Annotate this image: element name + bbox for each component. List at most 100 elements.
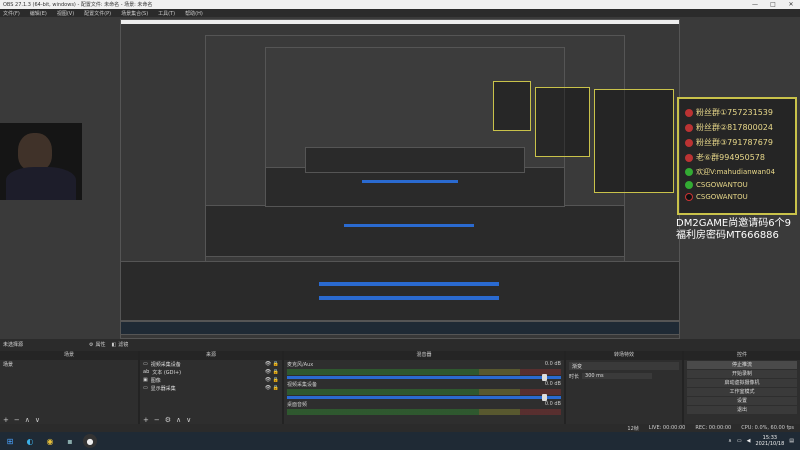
- system-tray: ∧ ▭ ◀ 15:33 2021/10/18 ▤: [728, 435, 800, 447]
- source-item[interactable]: ab 文本 (GDI+) 👁 🔒: [140, 368, 282, 376]
- gear-icon[interactable]: ⚙: [165, 416, 171, 424]
- menu-tools[interactable]: 工具(T): [158, 10, 175, 17]
- window-titlebar: OBS 27.1.3 (64-bit, windows) - 配置文件: 未命名…: [0, 0, 800, 9]
- properties-button[interactable]: ⚙ 属性: [89, 341, 106, 349]
- visibility-icon[interactable]: 👁 🔒: [265, 377, 282, 383]
- menu-scene-collection[interactable]: 场景集合(S): [121, 10, 148, 17]
- text-icon: ab: [143, 369, 150, 375]
- network-icon[interactable]: ▭: [737, 438, 742, 444]
- status-bar: 12帧 LIVE: 00:00:00 REC: 00:00:00 CPU: 0.…: [0, 424, 800, 432]
- scenes-toolbar: + − ∧ ∨: [0, 415, 138, 424]
- menu-view[interactable]: 视图(V): [57, 10, 74, 17]
- app-icon[interactable]: ▪: [63, 434, 77, 448]
- visibility-icon[interactable]: 👁 🔒: [265, 361, 282, 367]
- remove-icon[interactable]: −: [14, 416, 20, 424]
- nested-taskbar: [120, 321, 680, 335]
- mixer-channel: 桌面音频 0.0 dB: [284, 400, 564, 417]
- edge-icon[interactable]: ◐: [23, 434, 37, 448]
- studio-mode-button[interactable]: 工作室模式: [687, 388, 797, 396]
- duration-row: 时长 300 ms: [566, 372, 682, 380]
- virtual-camera-button[interactable]: 启动虚拟摄像机: [687, 379, 797, 387]
- chevron-up-icon[interactable]: ∧: [728, 438, 732, 444]
- wechat-icon: [685, 168, 693, 176]
- live-timer: LIVE: 00:00:00: [648, 425, 686, 431]
- filters-button[interactable]: ◧ 滤镜: [111, 341, 129, 349]
- settings-button[interactable]: 设置: [687, 397, 797, 405]
- volume-meter: [287, 389, 561, 395]
- notification-icon[interactable]: ▤: [789, 438, 794, 444]
- move-up-icon[interactable]: ∧: [25, 416, 30, 424]
- menu-profile[interactable]: 配置文件(P): [84, 10, 111, 17]
- menu-help[interactable]: 帮助(H): [185, 10, 203, 17]
- webcam-feed: [0, 123, 82, 200]
- sources-toolbar: + − ⚙ ∧ ∨: [140, 415, 282, 424]
- nested-overlay: [594, 89, 674, 193]
- scenes-title: 场景: [0, 351, 138, 360]
- transition-select[interactable]: 渐变: [569, 362, 679, 370]
- filter-icon: ◧: [111, 341, 117, 348]
- sources-title: 来源: [140, 351, 282, 360]
- menu-file[interactable]: 文件(F): [3, 10, 20, 17]
- rec-timer: REC: 00:00:00: [695, 425, 732, 431]
- gear-icon: ⚙: [89, 341, 94, 348]
- clock[interactable]: 15:33 2021/10/18: [755, 435, 784, 447]
- nested-dock: [120, 261, 680, 321]
- scenes-dock: 场景 场景 + − ∧ ∨: [0, 351, 138, 424]
- add-icon[interactable]: +: [143, 416, 149, 424]
- nested-dock: [265, 167, 565, 207]
- camera-icon: ▭: [143, 361, 148, 367]
- visibility-icon[interactable]: 👁 🔒: [265, 369, 282, 375]
- chrome-icon[interactable]: ◉: [43, 434, 57, 448]
- remove-icon[interactable]: −: [154, 416, 160, 424]
- tiktok-icon: [685, 193, 693, 201]
- scene-item[interactable]: 场景: [0, 360, 138, 368]
- channel-db: 0.0 dB: [544, 381, 561, 387]
- promo-text: DM2GAME尚邀请码6个9 福利房密码MT666886: [676, 218, 791, 241]
- sources-dock: 来源 ▭ 视频采集设备 👁 🔒 ab 文本 (GDI+) 👁 🔒 ▣ 图像 👁 …: [140, 351, 282, 424]
- channel-name: 桌面音频: [287, 402, 308, 408]
- volume-meter: [287, 369, 561, 375]
- minimize-icon[interactable]: —: [746, 1, 764, 8]
- no-source-label: 未选择源: [3, 342, 24, 348]
- channel-db: 0.0 dB: [544, 361, 561, 367]
- overlay-line: 粉丝群③791787679: [685, 137, 789, 148]
- source-item[interactable]: ▭ 视频采集设备 👁 🔒: [140, 360, 282, 368]
- volume-slider[interactable]: [287, 394, 561, 401]
- dropped-frames: 12帧: [627, 425, 639, 432]
- nested-dock: [205, 205, 625, 257]
- visibility-icon[interactable]: 👁 🔒: [265, 385, 282, 391]
- overlay-line: 老⑥群994950578: [685, 152, 789, 163]
- overlay-line: CSGOWANTOU: [685, 193, 789, 201]
- volume-icon[interactable]: ◀: [747, 438, 751, 444]
- channel-name: 麦克风/Aux: [287, 362, 314, 368]
- menu-edit[interactable]: 编辑(E): [30, 10, 47, 17]
- stop-streaming-button[interactable]: 停止推流: [687, 361, 797, 369]
- close-icon[interactable]: ✕: [782, 1, 800, 8]
- overlay-line: 粉丝群①757231539: [685, 107, 789, 118]
- move-down-icon[interactable]: ∨: [186, 416, 191, 424]
- source-item[interactable]: ▣ 图像 👁 🔒: [140, 376, 282, 384]
- transitions-title: 转场特效: [566, 351, 682, 360]
- cpu-status: CPU: 0.0%, 60.00 fps: [741, 425, 794, 431]
- channel-db: 0.0 dB: [544, 401, 561, 407]
- source-item[interactable]: ▭ 显示器采集 👁 🔒: [140, 384, 282, 392]
- maximize-icon[interactable]: □: [764, 1, 782, 8]
- volume-slider[interactable]: [287, 374, 561, 381]
- start-recording-button[interactable]: 开始录制: [687, 370, 797, 378]
- mixer-dock: 混音器 麦克风/Aux 0.0 dB 视频采集设备 0.0 dB 桌面音频 0.…: [284, 351, 564, 424]
- menu-bar: 文件(F) 编辑(E) 视图(V) 配置文件(P) 场景集合(S) 工具(T) …: [0, 9, 800, 17]
- windows-start-icon[interactable]: ⊞: [3, 434, 17, 448]
- add-icon[interactable]: +: [3, 416, 9, 424]
- pink-avatar-icon: [685, 138, 693, 147]
- exit-button[interactable]: 退出: [687, 406, 797, 414]
- overlay-line: 欢迎V:mahudianwan04: [685, 167, 789, 177]
- obs-icon[interactable]: ●: [83, 434, 97, 448]
- mixer-channel: 麦克风/Aux 0.0 dB: [284, 360, 564, 381]
- preview-canvas[interactable]: 粉丝群①757231539 粉丝群②817800024 粉丝群③79178767…: [0, 17, 800, 339]
- move-up-icon[interactable]: ∧: [176, 416, 181, 424]
- pink-avatar-icon: [685, 108, 693, 117]
- duration-field[interactable]: 300 ms: [582, 373, 653, 379]
- overlay-line: CSGOWANTOU: [685, 181, 789, 189]
- source-toolbar: 未选择源 ⚙ 属性 ◧ 滤镜: [0, 339, 800, 350]
- move-down-icon[interactable]: ∨: [35, 416, 40, 424]
